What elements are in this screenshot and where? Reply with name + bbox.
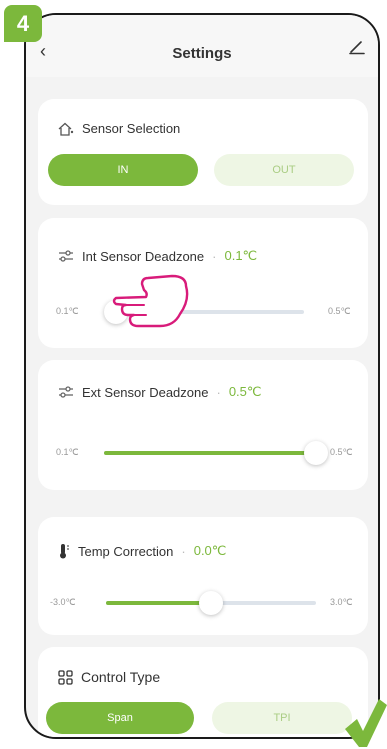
int-deadzone-max: 0.5℃ (328, 306, 351, 316)
ext-deadzone-card: Ext Sensor Deadzone · 0.5℃ 0.1℃ 0.5℃ (38, 360, 368, 490)
slider-fill (106, 601, 211, 605)
int-deadzone-value: 0.1℃ (224, 248, 258, 263)
temp-correction-row: Temp Correction · 0.0℃ (58, 543, 226, 559)
control-tpi-button[interactable]: TPI (212, 702, 352, 734)
int-deadzone-label: Int Sensor Deadzone (82, 248, 205, 264)
thermometer-icon (60, 544, 69, 559)
sensor-selection-label: Sensor Selection (82, 121, 181, 136)
temp-correction-card: Temp Correction · 0.0℃ -3.0℃ 3.0℃ (38, 517, 368, 635)
temp-correction-max: 3.0℃ (330, 597, 353, 607)
slider-knob[interactable] (304, 441, 328, 465)
pointing-hand-icon (112, 274, 189, 328)
control-type-row: Control Type (58, 669, 160, 685)
int-deadzone-min: 0.1℃ (56, 306, 79, 316)
sensor-selection-card: Sensor Selection IN OUT (38, 99, 368, 205)
grid-icon (58, 669, 73, 685)
temp-correction-min: -3.0℃ (50, 597, 76, 607)
temp-correction-value: 0.0℃ (193, 543, 227, 558)
temp-correction-label: Temp Correction (78, 543, 174, 559)
ext-deadzone-max: 0.5℃ (330, 447, 353, 457)
checkmark-icon (345, 699, 387, 747)
separator-dot: · (212, 248, 217, 264)
header: ‹ Settings (26, 15, 378, 77)
sensor-selection-row: Sensor Selection (58, 121, 180, 136)
int-deadzone-row: Int Sensor Deadzone · 0.1℃ (58, 248, 257, 264)
ext-deadzone-label: Ext Sensor Deadzone (82, 384, 209, 400)
slider-knob[interactable] (199, 591, 223, 615)
ext-deadzone-min: 0.1℃ (56, 447, 79, 457)
separator-dot: · (216, 384, 221, 400)
temp-correction-slider[interactable] (106, 591, 316, 615)
phone-frame: ‹ Settings Sensor Selection IN OUT Int S… (24, 13, 380, 739)
page-title: Settings (172, 45, 232, 62)
sensor-in-button[interactable]: IN (48, 154, 198, 186)
sliders-icon (59, 250, 73, 262)
sliders-icon (59, 386, 73, 398)
int-deadzone-card: Int Sensor Deadzone · 0.1℃ 0.1℃ 0.5℃ (38, 218, 368, 348)
ext-deadzone-value: 0.5℃ (228, 384, 262, 399)
control-span-button[interactable]: Span (46, 702, 194, 734)
control-type-label: Control Type (81, 669, 161, 685)
separator-dot: · (181, 543, 186, 559)
sensor-out-button[interactable]: OUT (214, 154, 354, 186)
step-badge: 4 (4, 5, 42, 42)
ext-deadzone-row: Ext Sensor Deadzone · 0.5℃ (58, 384, 261, 400)
pencil-icon[interactable] (348, 37, 366, 55)
control-type-card: Control Type Span TPI (38, 647, 368, 737)
slider-fill (104, 451, 316, 455)
ext-deadzone-slider[interactable] (104, 441, 328, 465)
home-sensor-icon (58, 122, 74, 136)
